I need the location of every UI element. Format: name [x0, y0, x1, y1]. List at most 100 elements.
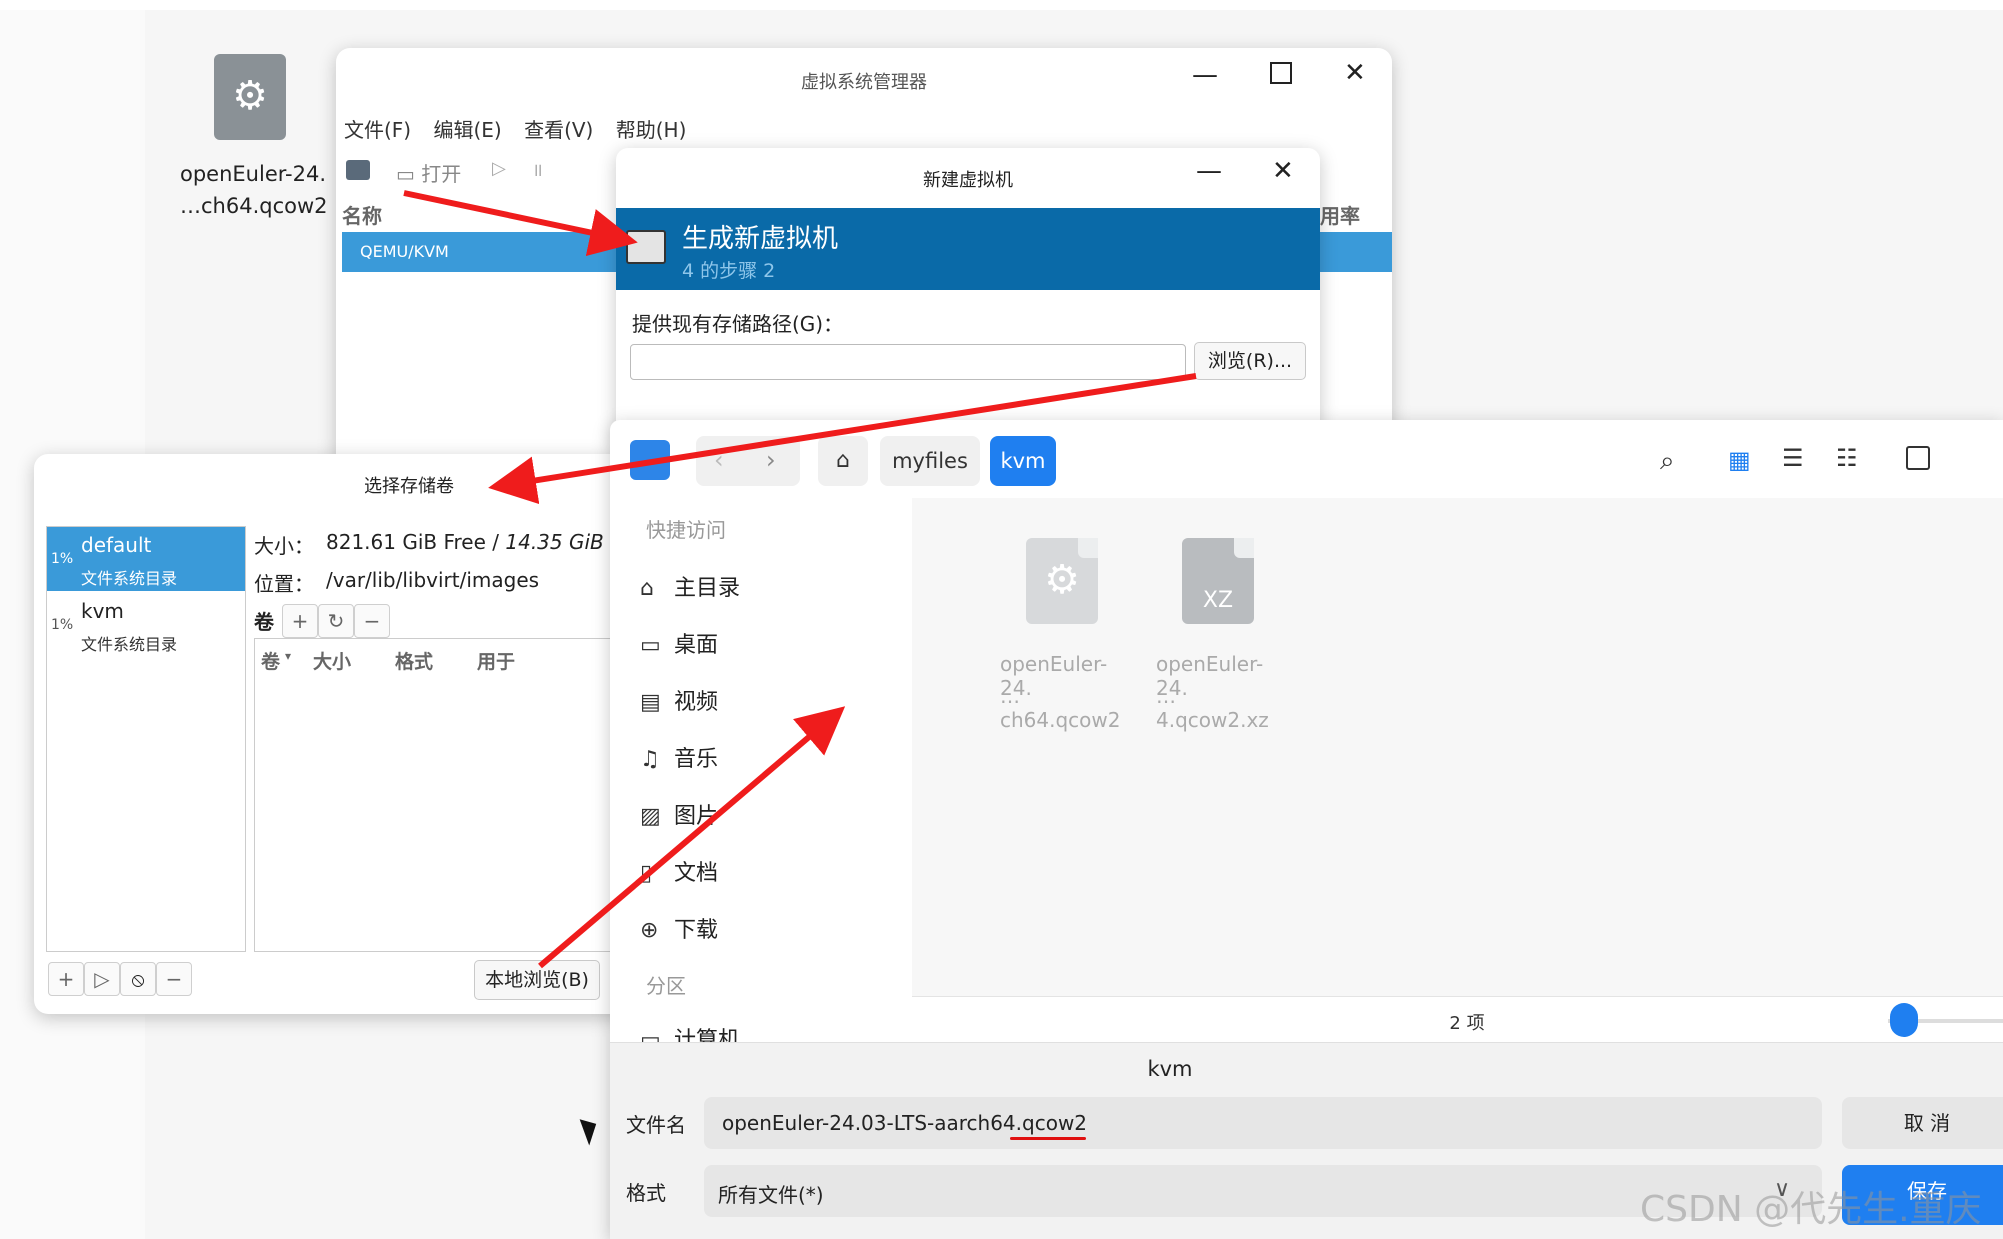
breadcrumb-kvm[interactable]: kvm [990, 436, 1056, 486]
nav-buttons: ‹ › [696, 436, 800, 486]
sidebar-item-pictures[interactable]: ▨ 图片 [640, 798, 718, 830]
sidebar-toggle-icon[interactable] [1906, 446, 1930, 470]
new-vm-header: 生成新虚拟机 4 的步骤 2 [616, 208, 1320, 290]
mouse-cursor-icon [579, 1114, 603, 1146]
play-icon[interactable]: ▷ [492, 158, 506, 179]
file-name-2: …ch64.qcow2 [1000, 684, 1121, 732]
pool-location-value: /var/lib/libvirt/images [326, 568, 540, 592]
pool-percent: 1% [51, 617, 74, 633]
desktop-file-name-1: openEuler-24. [180, 162, 327, 186]
sidebar-item-home[interactable]: ⌂ 主目录 [640, 570, 740, 602]
filename-value: openEuler-24.03-LTS-aarch64.qcow2 [722, 1111, 1088, 1135]
chooser-app-icon [630, 440, 670, 480]
col-name: 名称 [342, 204, 382, 228]
xz-archive-icon: XZ [1182, 538, 1254, 624]
menu-help[interactable]: 帮助(H) [616, 118, 687, 142]
partition-label: 分区 [646, 974, 686, 998]
back-icon[interactable]: ‹ [714, 446, 724, 474]
browse-button[interactable]: 浏览(R)... [1194, 342, 1306, 380]
storage-pool-title: 选择存储卷 [364, 476, 454, 497]
pool-name: default [81, 533, 152, 557]
status-bar: 2 项 [912, 996, 2003, 1043]
file-chooser-window: ‹ › ⌂ myfiles kvm ⌕ ▦ ☰ ☷ 快捷访问 ⌂ 主目录 ▭ 桌面 … [610, 420, 2003, 1239]
delete-volume-button[interactable]: − [354, 604, 390, 638]
virt-manager-title: 虚拟系统管理器 [801, 72, 927, 93]
breadcrumb-myfiles[interactable]: myfiles [880, 436, 980, 486]
search-icon[interactable]: ⌕ [1660, 446, 1675, 477]
close-icon[interactable]: ✕ [1344, 58, 1366, 88]
volume-table: 卷 ▾ 大小 格式 用于 [254, 638, 634, 952]
pool-percent: 1% [51, 551, 74, 567]
pool-size-value: 821.61 GiB Free / 14.35 GiB In [326, 530, 629, 554]
cancel-button[interactable]: 取 消 [1842, 1097, 2003, 1149]
volumes-label: 卷 [254, 610, 274, 634]
pause-icon[interactable]: ॥ [532, 158, 543, 182]
extension-underline [1010, 1137, 1086, 1140]
chooser-sidebar: 快捷访问 ⌂ 主目录 ▭ 桌面 ▤ 视频 ♫ 音乐 ▨ 图片 ▯ 文档 ⊕ 下载 分区 ▭ 计算… [610, 498, 912, 1053]
col-size[interactable]: 大小 [313, 647, 351, 674]
new-vm-toolbar-icon[interactable] [346, 160, 370, 180]
home-icon: ⌂ [640, 576, 654, 601]
local-browse-button[interactable]: 本地浏览(B) [474, 960, 600, 1000]
list-view-icon[interactable]: ☰ [1782, 444, 1804, 472]
storage-path-input[interactable] [630, 344, 1186, 380]
pool-type: 文件系统目录 [81, 635, 178, 654]
menu-file[interactable]: 文件(F) [344, 118, 411, 142]
connection-name: QEMU/KVM [360, 242, 449, 261]
zoom-slider-handle[interactable] [1890, 1003, 1918, 1037]
home-crumb-icon[interactable]: ⌂ [818, 436, 868, 486]
file-item[interactable]: XZ openEuler-24. …4.qcow2.xz [1148, 538, 1288, 732]
add-volume-button[interactable]: + [282, 604, 318, 638]
download-icon: ⊕ [640, 918, 659, 943]
file-item[interactable]: ⚙ openEuler-24. …ch64.qcow2 [992, 538, 1132, 732]
icon-view-icon[interactable]: ▦ [1728, 446, 1751, 474]
menu-view[interactable]: 查看(V) [524, 118, 593, 142]
col-used[interactable]: 用于 [477, 647, 515, 674]
start-pool-button[interactable]: ▷ [84, 962, 120, 996]
document-icon: ▯ [640, 861, 653, 886]
col-usage: 用率 [1320, 204, 1360, 228]
pool-item-kvm[interactable]: 1% kvm 文件系统目录 [47, 593, 245, 657]
desktop-file-name-2: …ch64.qcow2 [180, 194, 328, 218]
refresh-volume-button[interactable]: ↻ [318, 604, 354, 638]
picture-icon: ▨ [640, 804, 661, 829]
quick-access-label: 快捷访问 [646, 518, 726, 542]
close-icon[interactable]: ✕ [1272, 156, 1294, 186]
sidebar-item-desktop[interactable]: ▭ 桌面 [640, 627, 718, 659]
filename-label: 文件名 [626, 1113, 686, 1137]
new-vm-dialog: 新建虚拟机 — ✕ 生成新虚拟机 4 的步骤 2 提供现有存储路径(G)： 浏览… [616, 148, 1320, 448]
stop-pool-button[interactable]: ⦸ [120, 962, 156, 996]
sort-icon: ▾ [285, 649, 292, 663]
pool-location-label: 位置： [254, 572, 314, 596]
filename-input[interactable]: openEuler-24.03-LTS-aarch64.qcow2 [704, 1097, 1822, 1149]
sidebar-item-video[interactable]: ▤ 视频 [640, 684, 718, 716]
storage-path-label: 提供现有存储路径(G)： [632, 312, 844, 336]
monitor-icon [626, 230, 666, 264]
item-count: 2 项 [1449, 1013, 1485, 1034]
sidebar-item-music[interactable]: ♫ 音乐 [640, 741, 718, 773]
sidebar-item-downloads[interactable]: ⊕ 下载 [640, 912, 718, 944]
current-folder-name: kvm [1147, 1057, 1193, 1081]
gear-file-icon: ⚙ [1026, 538, 1098, 624]
format-value: 所有文件(*) [718, 1183, 824, 1207]
pool-name: kvm [81, 599, 124, 623]
tree-view-icon[interactable]: ☷ [1836, 444, 1858, 472]
forward-icon[interactable]: › [766, 446, 776, 474]
delete-pool-button[interactable]: − [156, 962, 192, 996]
top-panel [0, 0, 2003, 10]
sidebar-item-documents[interactable]: ▯ 文档 [640, 855, 718, 887]
gear-file-icon: ⚙ [214, 54, 286, 140]
maximize-icon[interactable] [1270, 62, 1292, 84]
col-format[interactable]: 格式 [395, 647, 433, 674]
pool-type: 文件系统目录 [81, 569, 178, 588]
add-pool-button[interactable]: + [48, 962, 84, 996]
desktop-file[interactable]: ⚙ openEuler-24. …ch64.qcow2 [170, 50, 350, 230]
open-toolbar-button[interactable]: ▭ 打开 [396, 158, 461, 187]
file-name-2: …4.qcow2.xz [1156, 684, 1269, 732]
minimize-icon[interactable]: — [1196, 156, 1222, 186]
desktop-icon: ▭ [640, 633, 661, 658]
col-volume[interactable]: 卷 [261, 647, 280, 674]
menu-edit[interactable]: 编辑(E) [433, 118, 501, 142]
minimize-icon[interactable]: — [1192, 60, 1218, 90]
pool-item-default[interactable]: 1% default 文件系统目录 [47, 527, 245, 591]
